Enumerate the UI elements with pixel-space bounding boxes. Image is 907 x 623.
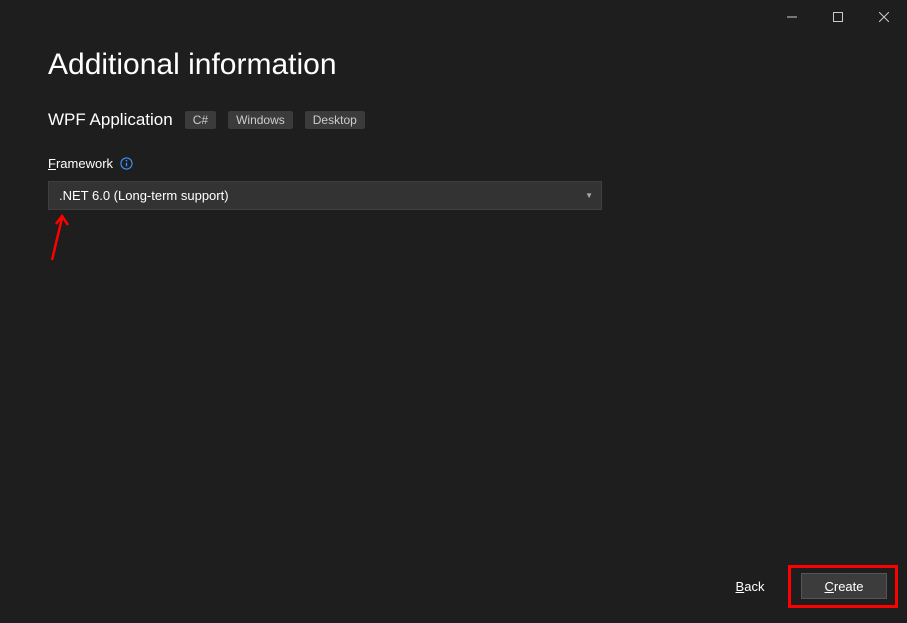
maximize-icon bbox=[833, 12, 843, 22]
framework-label-row: Framework bbox=[48, 156, 859, 171]
chevron-down-icon: ▼ bbox=[585, 191, 593, 200]
close-button[interactable] bbox=[861, 2, 907, 32]
titlebar bbox=[0, 0, 907, 32]
framework-dropdown[interactable]: .NET 6.0 (Long-term support) ▼ bbox=[48, 181, 602, 210]
project-name: WPF Application bbox=[48, 110, 173, 130]
annotation-arrow bbox=[46, 212, 76, 262]
footer-buttons: Back Create bbox=[707, 573, 887, 599]
tag-csharp: C# bbox=[185, 111, 216, 129]
framework-selected-value: .NET 6.0 (Long-term support) bbox=[59, 188, 229, 203]
back-button[interactable]: Back bbox=[707, 573, 793, 599]
framework-label: Framework bbox=[48, 156, 113, 171]
tag-desktop: Desktop bbox=[305, 111, 365, 129]
page-title: Additional information bbox=[48, 48, 859, 82]
close-icon bbox=[879, 12, 889, 22]
info-icon[interactable] bbox=[119, 157, 133, 171]
minimize-button[interactable] bbox=[769, 2, 815, 32]
minimize-icon bbox=[787, 12, 797, 22]
tag-windows: Windows bbox=[228, 111, 293, 129]
maximize-button[interactable] bbox=[815, 2, 861, 32]
project-row: WPF Application C# Windows Desktop bbox=[48, 110, 859, 130]
create-button[interactable]: Create bbox=[801, 573, 887, 599]
content-area: Additional information WPF Application C… bbox=[0, 32, 907, 210]
